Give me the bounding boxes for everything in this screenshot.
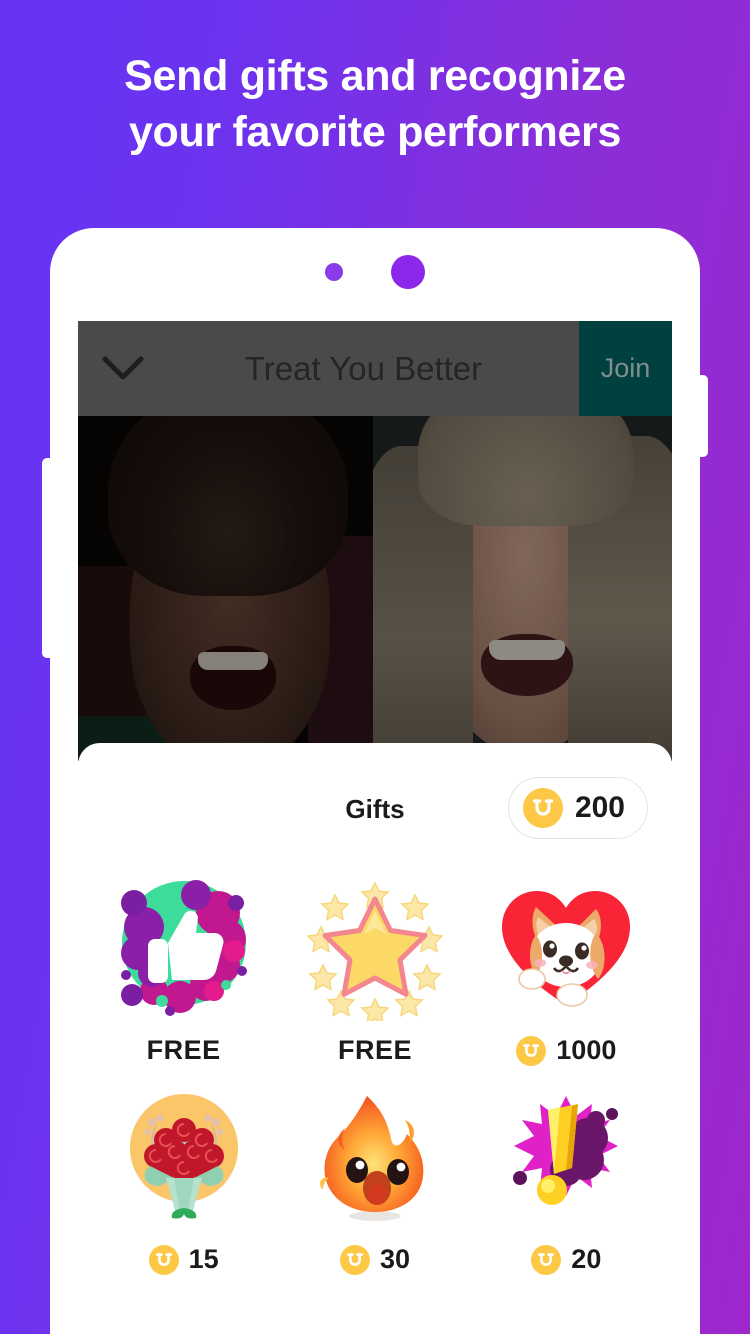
gifts-title: Gifts — [345, 793, 405, 824]
gifts-sheet: Gifts 200 FREE FREE 1000 15 30 20 — [78, 743, 672, 1334]
gift-price: FREE — [338, 1035, 412, 1066]
gift-price-text: FREE — [146, 1035, 221, 1065]
stream-right-teeth — [489, 640, 565, 660]
camera-dot-small — [325, 263, 343, 281]
rose-bouquet-icon — [110, 1082, 258, 1230]
gift-item-star[interactable]: FREE — [279, 873, 470, 1066]
gift-item-rose-bouquet[interactable]: 15 — [88, 1082, 279, 1275]
page-title: Send gifts and recognize your favorite p… — [0, 48, 750, 160]
promo-screen: Send gifts and recognize your favorite p… — [0, 0, 750, 1334]
gifts-sheet-header: Gifts 200 — [78, 771, 672, 847]
headline-line-1: Send gifts and recognize — [124, 52, 626, 100]
gift-price: 30 — [339, 1244, 411, 1275]
stream-left-hair — [108, 416, 348, 596]
gifts-grid: FREE FREE 1000 15 30 20 — [78, 847, 672, 1275]
video-streams — [78, 416, 672, 761]
gift-item-exclamation[interactable]: 20 — [471, 1082, 662, 1275]
phone-power-button[interactable] — [694, 375, 708, 457]
app-topbar: Treat You Better Join — [78, 321, 672, 416]
gift-item-thumbs-up[interactable]: FREE — [88, 873, 279, 1066]
gift-price-text: 30 — [379, 1244, 411, 1274]
coin-balance-badge[interactable]: 200 — [507, 777, 648, 839]
gold-exclamation-icon — [492, 1082, 640, 1230]
thumbs-up-splatter-icon — [110, 873, 258, 1021]
gift-price: 20 — [531, 1244, 601, 1275]
fire-face-icon — [301, 1082, 449, 1230]
gift-price-text: 1000 — [556, 1035, 617, 1065]
join-button[interactable]: Join — [579, 321, 672, 416]
coin-icon — [339, 1244, 370, 1275]
headline-line-2: your favorite performers — [128, 108, 622, 156]
stream-right-hair-top — [418, 416, 633, 526]
gift-price: FREE — [147, 1035, 221, 1066]
room-title: Treat You Better — [244, 349, 483, 387]
coin-icon — [148, 1244, 179, 1275]
gift-price-text: 20 — [571, 1244, 602, 1274]
corgi-heart-icon — [492, 873, 640, 1021]
app-screen: Treat You Better Join Gifts 200 FREE FRE… — [78, 321, 672, 1334]
gift-item-corgi-heart[interactable]: 1000 — [471, 873, 662, 1066]
gift-price-text: 15 — [188, 1244, 219, 1274]
stream-left-teeth — [198, 652, 268, 670]
camera-dot-large — [391, 255, 425, 289]
gift-price-text: FREE — [337, 1035, 412, 1065]
gift-price: 15 — [148, 1244, 219, 1275]
phone-volume-button[interactable] — [42, 458, 56, 658]
coin-balance-amount: 200 — [574, 791, 625, 824]
coin-icon — [531, 1244, 562, 1275]
gift-item-fire[interactable]: 30 — [279, 1082, 470, 1275]
gift-price: 1000 — [516, 1035, 616, 1066]
stream-broadcaster-right[interactable] — [373, 416, 672, 761]
phone-sensor-dots — [50, 255, 700, 289]
coin-icon — [516, 1035, 547, 1066]
star-burst-icon — [301, 873, 449, 1021]
coin-icon — [522, 788, 563, 828]
stream-broadcaster-left[interactable] — [78, 416, 373, 761]
